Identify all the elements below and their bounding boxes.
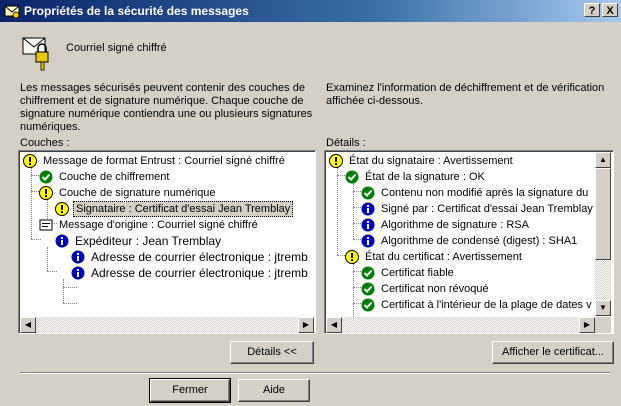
detail-item-label: Certificat fiable (381, 267, 454, 279)
title-bar[interactable]: Propriétés de la sécurité des messages ?… (0, 0, 621, 22)
scrollbar-corner (595, 317, 611, 333)
scroll-right-button[interactable]: ▶ (298, 317, 314, 333)
tree-item-label: Message d'origine : Courriel signé chiff… (59, 219, 258, 231)
scroll-thumb[interactable] (595, 168, 611, 260)
layers-horizontal-scrollbar[interactable]: ◀ ▶ (20, 317, 314, 333)
intro-left-line-3: signature numérique contiendra une ou pl… (20, 108, 313, 120)
tree-item-label: Adresse de courrier électronique : jtrem… (91, 266, 308, 280)
warning-icon (39, 186, 53, 200)
scroll-left-button[interactable]: ◀ (20, 317, 36, 333)
tree-item-label: Signataire : Certificat d'essai Jean Tre… (73, 201, 294, 217)
intro-right-line-1: Examinez l'information de déchiffrement … (326, 82, 605, 94)
security-app-icon (4, 3, 20, 19)
warning-icon (345, 250, 359, 264)
help-title-button[interactable]: ? (584, 3, 600, 17)
scroll-left-button[interactable]: ◀ (326, 317, 342, 333)
info-icon (55, 234, 69, 248)
warning-icon (329, 154, 343, 168)
check-icon (345, 170, 359, 184)
warning-icon (55, 202, 69, 216)
check-icon (39, 170, 53, 184)
detail-item-label: État de la signature : OK (365, 171, 485, 183)
intro-left-line-1: Les messages sécurisés peuvent contenir … (20, 82, 305, 94)
scroll-down-button[interactable]: ▼ (595, 300, 611, 316)
message-subject: Courriel signé chiffré (66, 42, 167, 54)
message-icon (39, 218, 53, 232)
tree-item-label: Expéditeur : Jean Tremblay (75, 234, 222, 248)
info-icon (361, 234, 375, 248)
close-button[interactable]: Fermer (149, 378, 231, 403)
details-toggle-button[interactable]: Détails << (230, 341, 314, 364)
details-vertical-scrollbar[interactable]: ▲ ▼ (595, 152, 611, 316)
details-horizontal-scrollbar[interactable]: ◀ ▶ (326, 317, 595, 333)
detail-item-label: Contenu non modifié après la signature d… (381, 187, 589, 199)
layers-tree[interactable]: Message de format Entrust : Courriel sig… (18, 150, 316, 334)
detail-item-label: Algorithme de signature : RSA (381, 219, 529, 231)
scroll-right-button[interactable]: ▶ (579, 317, 595, 333)
warning-icon (23, 154, 37, 168)
check-icon (361, 298, 375, 312)
detail-item-label: Certificat non révoqué (381, 283, 489, 295)
info-icon (361, 218, 375, 232)
detail-item-label: Algorithme de condensé (digest) : SHA1 (381, 235, 578, 247)
info-icon (71, 266, 85, 280)
detail-item-label: Certificat à l'intérieur de la plage de … (381, 299, 592, 311)
tree-item-label: Couche de signature numérique (59, 187, 216, 199)
separator (20, 372, 610, 374)
check-icon (361, 282, 375, 296)
layers-label: Couches : (20, 137, 70, 149)
details-label: Détails : (326, 137, 366, 149)
tree-item-label: Couche de chiffrement (59, 171, 170, 183)
close-title-button[interactable]: X (602, 3, 618, 17)
intro-right-line-2: affichée ci-dessous. (326, 95, 424, 107)
details-tree[interactable]: État du signataire : Avertissement État … (324, 150, 614, 334)
intro-left-line-4: numériques. (20, 121, 81, 133)
info-icon (71, 250, 85, 264)
scroll-up-button[interactable]: ▲ (595, 152, 611, 168)
help-button[interactable]: Aide (238, 379, 310, 402)
info-icon (361, 202, 375, 216)
check-icon (361, 186, 375, 200)
detail-item-label: Signé par : Certificat d'essai Jean Trem… (381, 203, 593, 215)
envelope-lock-icon (20, 32, 52, 72)
tree-item-label: Message de format Entrust : Courriel sig… (43, 155, 285, 167)
check-icon (361, 266, 375, 280)
tree-item-label: Adresse de courrier électronique : jtrem… (91, 250, 308, 264)
window-title: Propriétés de la sécurité des messages (24, 4, 249, 18)
intro-left-line-2: chiffrement et de signature numérique. C… (20, 95, 304, 107)
detail-item-label: État du certificat : Avertissement (365, 251, 522, 263)
detail-item-label: État du signataire : Avertissement (349, 155, 513, 167)
show-certificate-button[interactable]: Afficher le certificat... (492, 341, 614, 364)
